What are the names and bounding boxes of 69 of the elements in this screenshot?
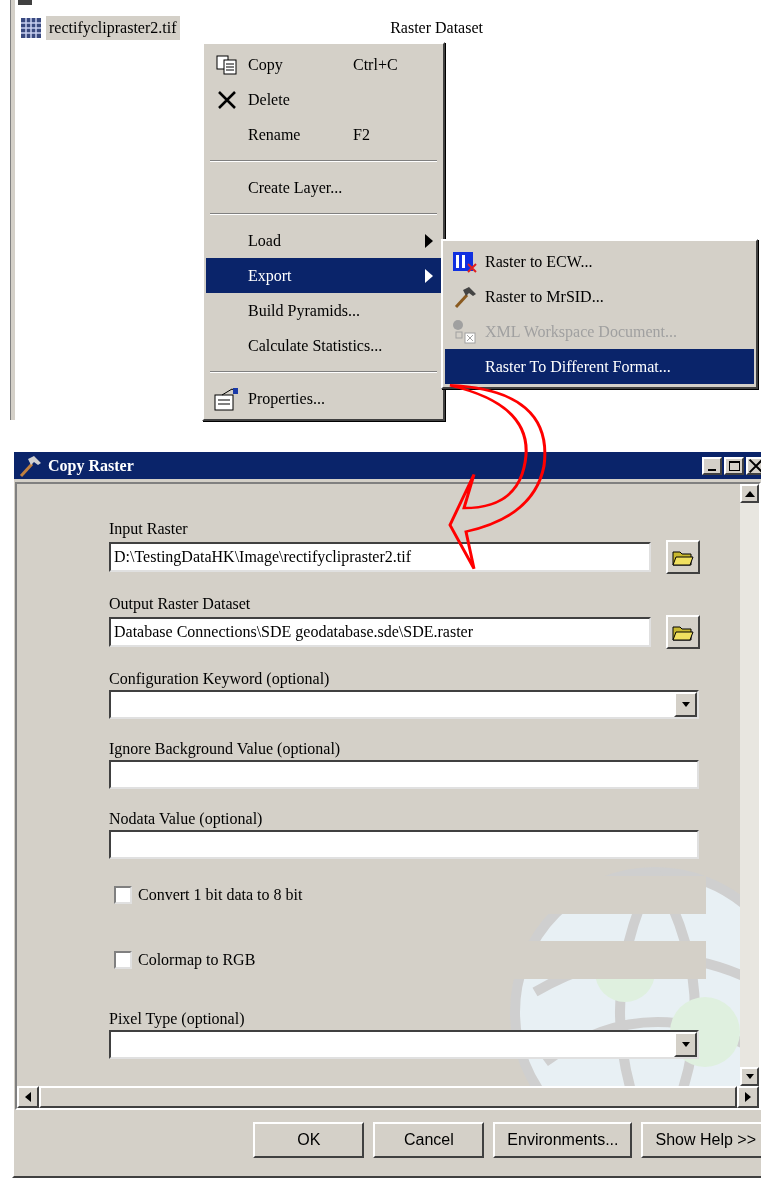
menu-item-label: Create Layer... [248, 177, 344, 199]
file-name[interactable]: rectifyclipraster2.tif [46, 16, 180, 40]
checkbox-label: Colormap to RGB [138, 950, 256, 971]
close-button[interactable] [746, 456, 761, 475]
field-label: Input Raster [109, 519, 189, 540]
up-arrow-icon [744, 490, 755, 497]
right-arrow-icon [745, 1092, 751, 1102]
menu-item[interactable]: Load [206, 223, 441, 258]
shortcut-label: Ctrl+C [353, 54, 399, 75]
menu-item[interactable]: Create Layer... [206, 170, 441, 205]
window-title: Copy Raster [48, 455, 134, 477]
vertical-scrollbar[interactable] [740, 484, 759, 1086]
checkbox[interactable] [114, 951, 132, 969]
menu-item[interactable]: Build Pyramids... [206, 293, 441, 328]
dialog-button[interactable]: OK [253, 1122, 365, 1158]
checkbox-label: Convert 1 bit data to 8 bit [138, 885, 303, 905]
menu-item-label: Delete [248, 89, 291, 110]
menu-item-label: Calculate Statistics... [248, 335, 384, 356]
maximize-button[interactable] [724, 456, 744, 475]
dropdown-field[interactable] [109, 690, 699, 719]
down-arrow-icon [744, 1073, 755, 1080]
input-field[interactable] [109, 830, 699, 859]
dialog-button[interactable]: Environments... [493, 1122, 633, 1158]
down-arrow-icon [680, 701, 691, 708]
folder-icon [672, 548, 694, 566]
horizontal-scrollbar[interactable] [17, 1086, 759, 1108]
hammer-icon [453, 284, 477, 309]
menu-item[interactable]: Calculate Statistics... [206, 328, 441, 363]
menu-item-label: Rename [248, 124, 302, 145]
dialog-button[interactable]: Show Help >> [641, 1122, 761, 1158]
submenu-item-label: Raster to ECW... [485, 251, 593, 272]
submenu-item[interactable]: Raster to ECW... [445, 244, 754, 279]
menu-item-label: Export [248, 265, 293, 287]
field-label: Ignore Background Value (optional) [109, 739, 342, 760]
copy-icon [216, 54, 238, 75]
menu-item[interactable]: Copy Ctrl+C [206, 47, 441, 82]
submenu-item-label: Raster To Different Format... [485, 356, 671, 377]
menu-item[interactable]: Export [206, 258, 441, 293]
dropdown-field[interactable] [109, 1030, 699, 1059]
menu-item-label: Copy [248, 54, 284, 76]
path-input-field[interactable]: Database Connections\SDE geodatabase.sde\SDE.raster [109, 617, 651, 647]
xml-document-icon [452, 318, 478, 345]
menu-item[interactable]: Properties... [206, 381, 441, 416]
checkbox[interactable] [114, 886, 132, 904]
close-icon [217, 89, 237, 110]
browse-button[interactable] [666, 615, 700, 649]
minimize-button[interactable] [702, 456, 722, 475]
menu-item[interactable]: Rename F2 [206, 117, 441, 152]
menu-item-label: Build Pyramids... [248, 300, 361, 322]
hammer-icon [18, 453, 42, 478]
submenu-item[interactable]: Raster To Different Format... [445, 349, 754, 384]
field-label: Nodata Value (optional) [109, 809, 264, 830]
shortcut-label: F2 [353, 124, 371, 145]
submenu-item-label: Raster to MrSID... [485, 286, 604, 307]
path-input-field[interactable]: D:\TestingDataHK\Image\rectifyclipraster2.tif [109, 542, 651, 572]
raster-grid-icon [20, 17, 42, 39]
menu-item[interactable]: Delete [206, 82, 441, 117]
menu-item-label: Properties... [248, 388, 326, 410]
field-label: Output Raster Dataset [109, 594, 252, 615]
down-arrow-icon [680, 1041, 691, 1048]
folder-icon [672, 623, 694, 641]
input-field[interactable] [109, 760, 699, 789]
submenu-item[interactable]: Raster to MrSID... [445, 279, 754, 314]
menu-item-label: Load [248, 230, 282, 251]
browse-button[interactable] [666, 540, 700, 574]
properties-icon [214, 386, 240, 411]
file-type: Raster Dataset [390, 18, 483, 38]
dialog-button[interactable]: Cancel [373, 1122, 485, 1158]
left-arrow-icon [25, 1092, 31, 1102]
